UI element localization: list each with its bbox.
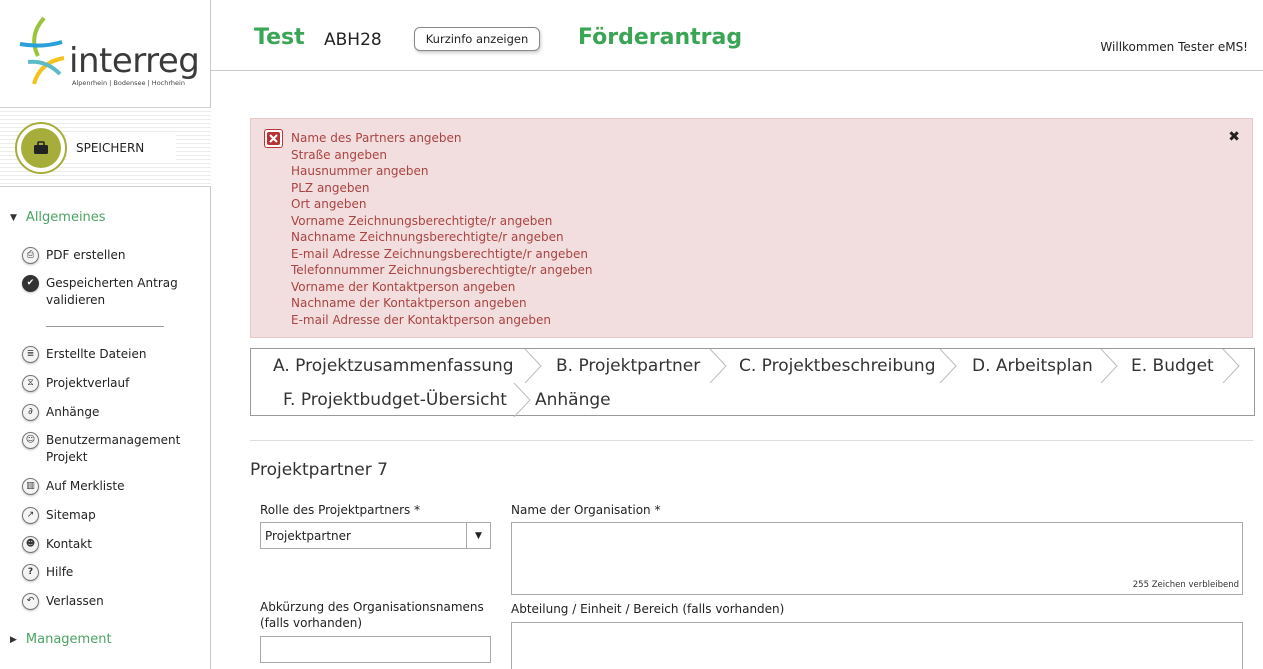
validation-error-box: Name des Partners angeben Straße angeben… — [250, 118, 1253, 338]
sidebar-item-bookmark[interactable]: ▥ Auf Merkliste — [22, 478, 124, 495]
tab-project-partners[interactable]: B. Projektpartner — [556, 349, 700, 383]
abbr-label: Abkürzung des Organisationsnamens (falls… — [260, 600, 484, 630]
section-title: Projektpartner 7 — [250, 460, 388, 480]
welcome-text: Willkommen Tester eMS! — [1100, 40, 1248, 54]
exit-icon: ↶ — [22, 593, 39, 610]
external-link-icon: ↗ — [22, 507, 39, 524]
page-title: Förderantrag — [578, 25, 743, 50]
tab-work-plan[interactable]: D. Arbeitsplan — [972, 349, 1093, 383]
sidebar-item-sitemap[interactable]: ↗ Sitemap — [22, 507, 96, 524]
close-icon[interactable]: ✖ — [1228, 129, 1240, 145]
error-list: Name des Partners angeben Straße angeben… — [291, 130, 592, 328]
nav-section-management[interactable]: ▶ Management — [10, 632, 112, 647]
error-message: Nachname Zeichnungsberechtigte/r angeben — [291, 230, 564, 244]
nav-section-general-label: Allgemeines — [25, 210, 106, 225]
bookmark-icon: ▥ — [22, 478, 39, 495]
sidebar-item-pdf[interactable]: ⎙ PDF erstellen — [22, 247, 126, 264]
sidebar-item-label: Hilfe — [46, 565, 74, 579]
tab-separator-icon — [939, 349, 957, 383]
sidebar-item-label: Sitemap — [46, 508, 96, 522]
paperclip-icon: ∂ — [22, 404, 39, 421]
error-message: E-mail Adresse der Kontaktperson angeben — [291, 312, 551, 327]
tab-budget[interactable]: E. Budget — [1131, 349, 1214, 383]
tab-project-description[interactable]: C. Projektbeschreibung — [739, 349, 936, 383]
sidebar-item-label: Projektverlauf — [46, 376, 130, 390]
tab-separator-icon — [709, 349, 727, 383]
error-message: Vorname Zeichnungsberechtigte/r angeben — [291, 213, 553, 228]
error-message: PLZ angeben — [291, 180, 370, 195]
sidebar-item-contact[interactable]: ☻ Kontakt — [22, 536, 92, 553]
caret-down-icon: ▼ — [10, 212, 17, 223]
interreg-logo[interactable]: interreg Alpenrhein | Bodensee | Hochrhe… — [14, 14, 200, 94]
org-name-label: Name der Organisation * — [511, 503, 661, 517]
tab-project-summary[interactable]: A. Projektzusammenfassung — [273, 349, 514, 383]
list-icon: ≣ — [22, 346, 39, 363]
error-message: Nachname der Kontaktperson angeben — [291, 296, 527, 310]
project-code: ABH28 — [324, 30, 382, 50]
header: Test ABH28 Kurzinfo anzeigen Förderantra… — [211, 0, 1263, 71]
sidebar-item-label: Kontakt — [46, 537, 92, 551]
org-name-input[interactable]: 255 Zeichen verbleibend — [511, 522, 1243, 595]
save-button[interactable] — [15, 122, 67, 174]
tab-separator-icon — [524, 349, 542, 383]
department-input[interactable] — [511, 622, 1243, 669]
error-message: Straße angeben — [291, 147, 387, 162]
error-icon — [264, 129, 283, 148]
tab-attachments[interactable]: Anhänge — [535, 383, 611, 417]
error-message: E-mail Adresse Zeichnungsberechtigte/r a… — [291, 246, 588, 261]
nav-section-management-label: Management — [25, 632, 112, 647]
error-message: Vorname der Kontaktperson angeben — [291, 279, 516, 294]
error-message: Name des Partners angeben — [291, 131, 462, 145]
tab-budget-overview[interactable]: F. Projektbudget-Übersicht — [283, 383, 507, 417]
role-select[interactable]: Projektpartner ▼ — [260, 522, 491, 549]
save-label[interactable]: SPEICHERN — [67, 135, 176, 160]
tab-separator-icon — [1222, 349, 1240, 383]
chevron-down-icon[interactable]: ▼ — [466, 523, 490, 548]
history-icon: ⧖ — [22, 375, 39, 392]
tab-separator-icon — [1100, 349, 1118, 383]
sidebar-item-files[interactable]: ≣ Erstellte Dateien — [22, 346, 146, 363]
sidebar-item-label: Erstellte Dateien — [46, 347, 147, 361]
error-message: Hausnummer angeben — [291, 164, 429, 178]
check-icon: ✔ — [22, 275, 39, 292]
show-info-button[interactable]: Kurzinfo anzeigen — [414, 27, 540, 51]
interreg-logo-icon — [19, 16, 65, 85]
user-icon: ☺ — [22, 432, 39, 449]
contact-icon: ☻ — [22, 536, 39, 553]
logo-subtitle: Alpenrhein | Bodensee | Hochrhein — [72, 79, 185, 87]
sidebar-item-label: PDF erstellen — [46, 248, 126, 262]
printer-icon: ⎙ — [22, 247, 39, 264]
sidebar-item-attachments[interactable]: ∂ Anhänge — [22, 404, 99, 421]
sidebar: interreg Alpenrhein | Bodensee | Hochrhe… — [0, 0, 211, 669]
char-counter: 255 Zeichen verbleibend — [1132, 580, 1239, 590]
caret-right-icon: ▶ — [10, 634, 17, 645]
content-divider — [250, 440, 1253, 441]
project-name: Test — [254, 25, 305, 50]
help-icon: ? — [22, 564, 39, 581]
sidebar-item-label: Verlassen — [46, 594, 104, 608]
error-message: Ort angeben — [291, 197, 367, 211]
sidebar-item-validate[interactable]: ✔ Gespeicherten Antrag validieren — [22, 275, 182, 309]
sidebar-item-help[interactable]: ? Hilfe — [22, 564, 73, 581]
briefcase-icon — [21, 128, 61, 168]
department-label: Abteilung / Einheit / Bereich (falls vor… — [511, 602, 785, 616]
section-tabs: A. Projektzusammenfassung B. Projektpart… — [250, 348, 1255, 417]
sidebar-item-label: Anhänge — [46, 405, 100, 419]
error-message: Telefonnummer Zeichnungsberechtigte/r an… — [291, 263, 593, 277]
sidebar-item-exit[interactable]: ↶ Verlassen — [22, 593, 104, 610]
sidebar-item-label: Gespeicherten Antrag validieren — [46, 276, 178, 307]
sidebar-item-history[interactable]: ⧖ Projektverlauf — [22, 375, 129, 392]
role-select-value: Projektpartner — [265, 529, 351, 543]
abbr-input[interactable] — [260, 636, 491, 663]
sidebar-item-label: Benutzermanagement Projekt — [46, 433, 181, 464]
sidebar-item-user-management[interactable]: ☺ Benutzermanagement Projekt — [22, 432, 182, 466]
logo-wordmark: interreg — [69, 41, 200, 81]
nav-divider — [46, 326, 164, 327]
sidebar-item-label: Auf Merkliste — [46, 479, 125, 493]
role-label: Rolle des Projektpartners * — [260, 503, 421, 517]
nav-section-general[interactable]: ▼ Allgemeines — [10, 210, 106, 225]
